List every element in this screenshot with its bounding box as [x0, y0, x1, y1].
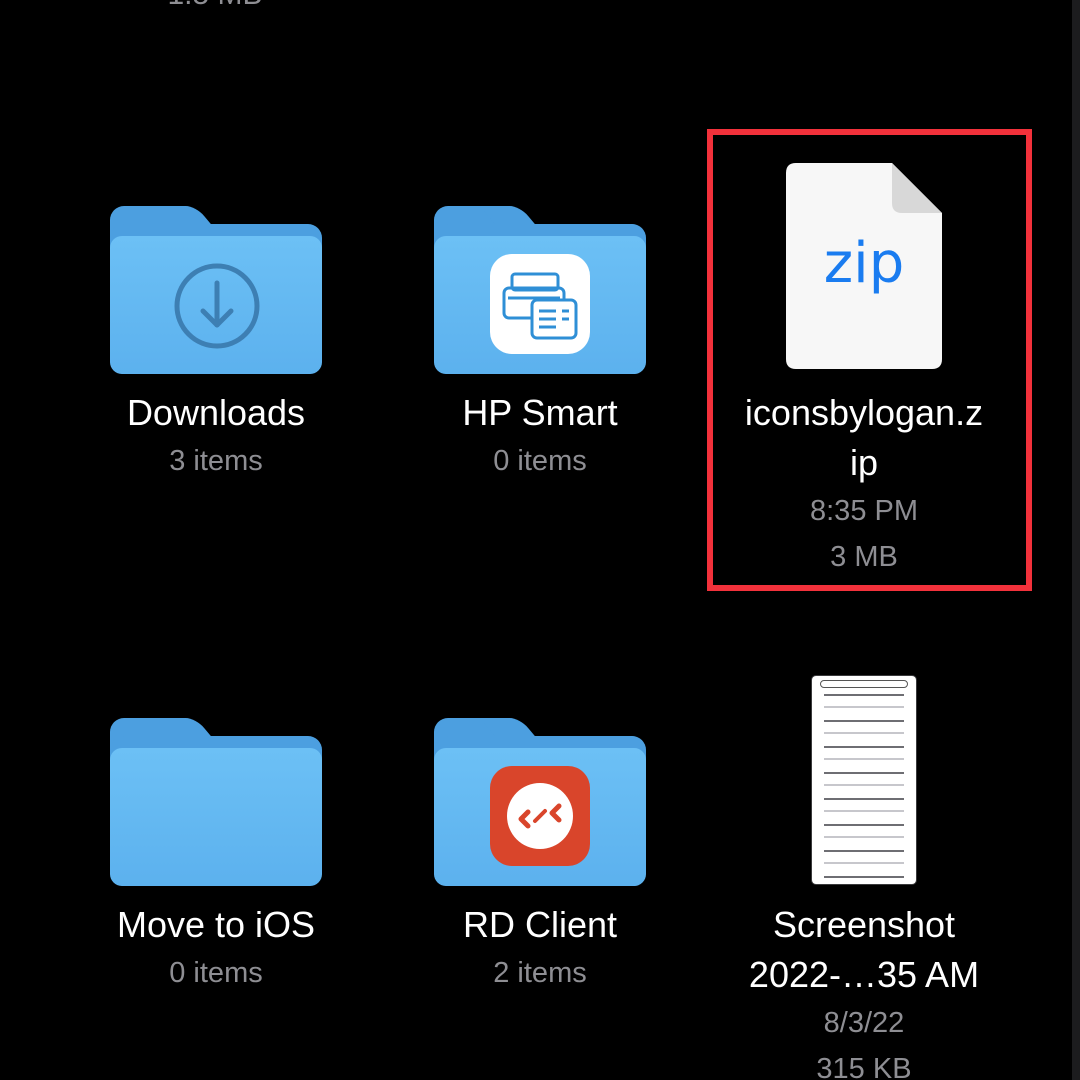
item-size: 315 KB	[816, 1053, 912, 1080]
folder-icon	[110, 718, 322, 886]
folder-icon	[434, 718, 646, 886]
selection-highlight	[707, 129, 1032, 591]
scroll-edge	[1072, 0, 1080, 1080]
previous-item-size: 1.5 MB	[110, 0, 320, 12]
files-grid: 1.5 MB Downloads 3 items	[0, 0, 1080, 1080]
item-count: 0 items	[169, 957, 263, 989]
printer-app-icon	[490, 254, 590, 354]
item-date: 8/3/22	[823, 1007, 905, 1039]
item-name: Move to iOS	[116, 904, 316, 945]
item-count: 2 items	[493, 957, 587, 989]
item-name-line1: Screenshot	[772, 904, 956, 945]
remote-desktop-app-icon	[490, 766, 590, 866]
download-circle-icon	[174, 263, 260, 349]
folder-icon	[434, 206, 646, 374]
item-name: RD Client	[462, 904, 618, 945]
item-name: Downloads	[126, 392, 306, 433]
item-count: 3 items	[169, 445, 263, 477]
item-name-line2: 2022-…35 AM	[748, 954, 980, 995]
item-name: HP Smart	[462, 392, 618, 433]
folder-icon	[110, 206, 322, 374]
screenshot-thumbnail-icon	[812, 676, 916, 884]
item-count: 0 items	[493, 445, 587, 477]
